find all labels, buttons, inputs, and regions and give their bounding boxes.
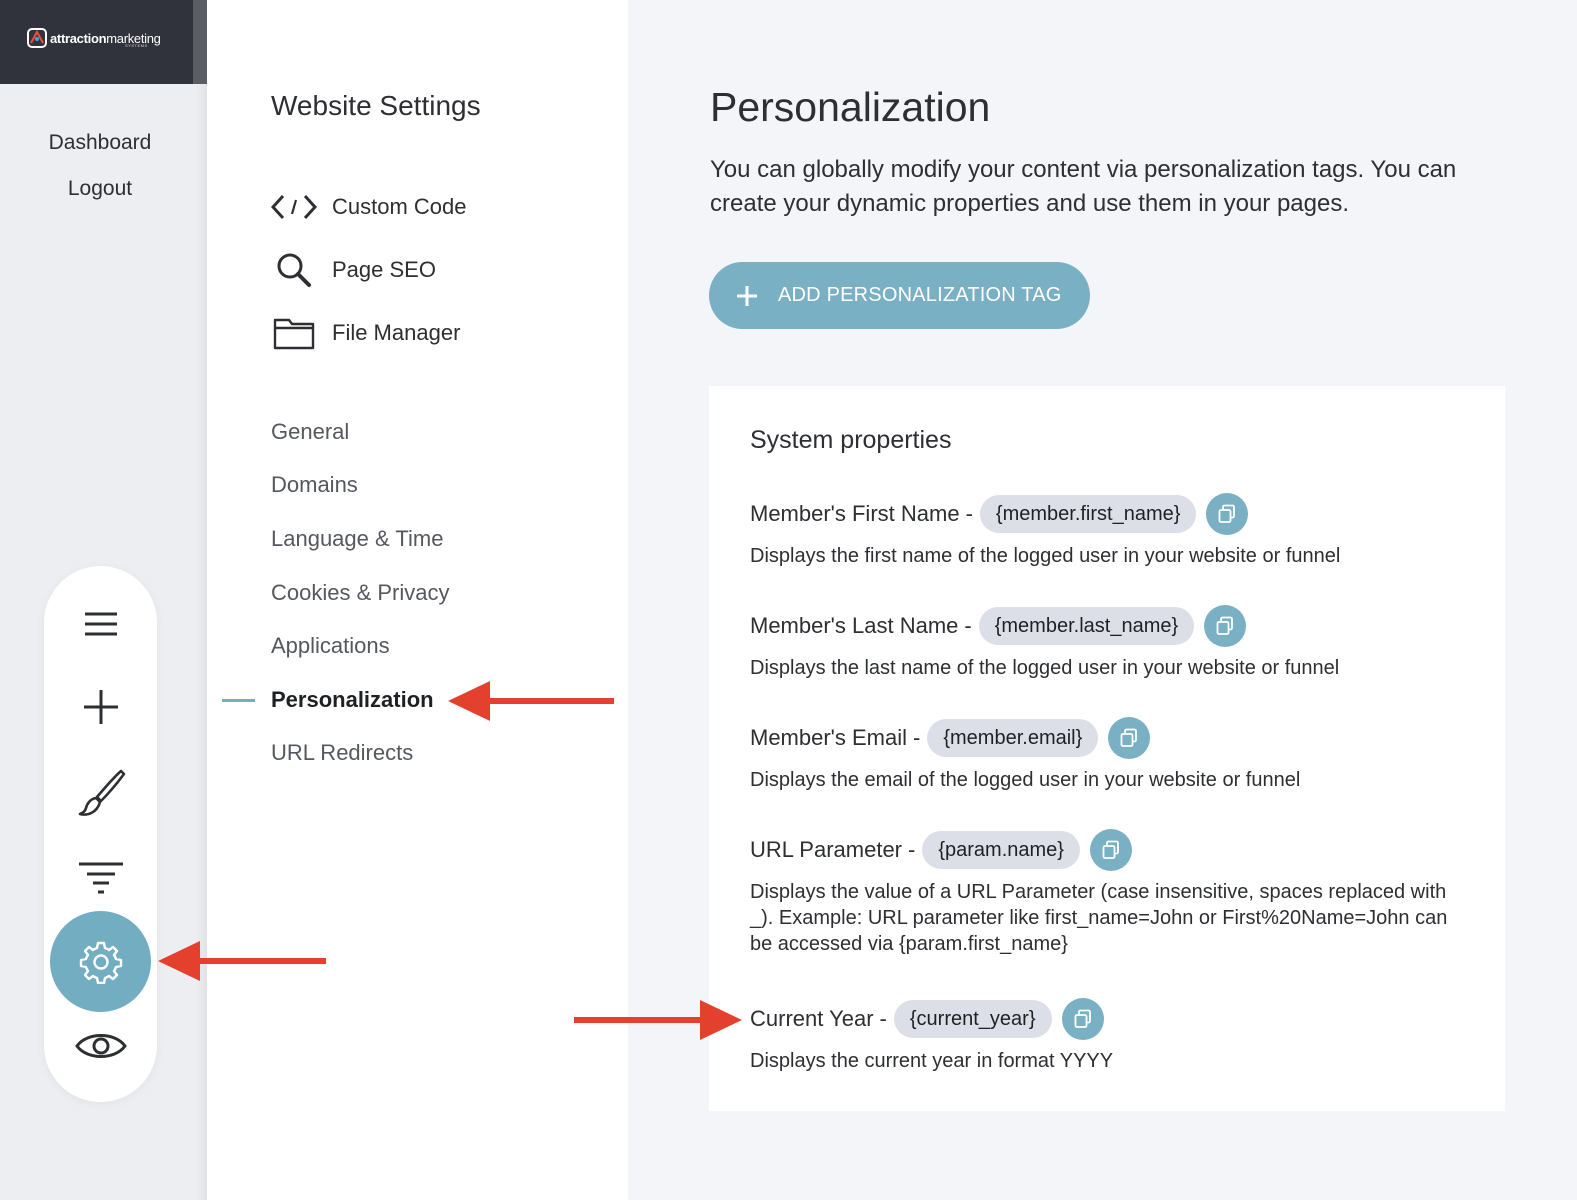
settings-button[interactable] bbox=[50, 911, 151, 1012]
design-button[interactable] bbox=[44, 762, 157, 822]
nav-page-seo-label: Page SEO bbox=[332, 257, 436, 282]
copy-button[interactable] bbox=[1089, 829, 1132, 871]
property-name: URL Parameter bbox=[750, 837, 903, 862]
property-first-name: Member's First Name - {member.first_name}… bbox=[750, 493, 1470, 569]
settings-nav: Website Settings Custom Code Page SEO Fi… bbox=[207, 0, 628, 1200]
page-title: Personalization bbox=[710, 84, 991, 130]
dashboard-link[interactable]: Dashboard bbox=[0, 131, 200, 155]
property-name: Current Year bbox=[750, 1006, 874, 1031]
brush-icon bbox=[78, 769, 125, 816]
property-tag[interactable]: {param.name} bbox=[922, 831, 1080, 869]
property-current-year: Current Year - {current_year} Displays th… bbox=[750, 998, 1470, 1074]
nav-file-manager-label: File Manager bbox=[332, 320, 461, 345]
property-name: Member's Last Name bbox=[750, 613, 959, 638]
property-name: Member's First Name bbox=[750, 501, 960, 526]
tool-palette bbox=[44, 566, 157, 1102]
property-tag[interactable]: {current_year} bbox=[893, 1000, 1052, 1038]
property-tag[interactable]: {member.last_name} bbox=[978, 607, 1195, 645]
plus-icon bbox=[83, 690, 118, 724]
copy-icon bbox=[1219, 504, 1236, 523]
nav-personalization[interactable]: Personalization bbox=[271, 687, 434, 713]
nav-custom-code-label: Custom Code bbox=[332, 194, 467, 219]
property-url-parameter: URL Parameter - {param.name} Displays the… bbox=[750, 829, 1470, 957]
filter-icon bbox=[78, 862, 123, 894]
nav-page-seo[interactable]: Page SEO bbox=[271, 250, 436, 290]
copy-button[interactable] bbox=[1206, 493, 1249, 535]
annotation-arrow-settings bbox=[158, 941, 326, 981]
plus-icon bbox=[737, 285, 757, 306]
nav-domains[interactable]: Domains bbox=[271, 472, 358, 498]
page-description: You can globally modify your content via… bbox=[710, 156, 1457, 217]
copy-icon bbox=[1102, 840, 1119, 859]
property-last-name: Member's Last Name - {member.last_name} D… bbox=[750, 605, 1470, 681]
property-tag[interactable]: {member.first_name} bbox=[979, 495, 1197, 533]
property-description: Displays the last name of the logged use… bbox=[750, 657, 1340, 679]
annotation-arrow-personalization bbox=[448, 681, 614, 721]
menu-icon bbox=[84, 612, 117, 636]
add-button-label: ADD PERSONALIZATION TAG bbox=[778, 284, 1062, 306]
nav-custom-code[interactable]: Custom Code bbox=[271, 187, 467, 227]
search-icon bbox=[269, 250, 319, 290]
logout-link[interactable]: Logout bbox=[0, 177, 200, 201]
nav-language-time[interactable]: Language & Time bbox=[271, 526, 443, 552]
folder-icon bbox=[269, 313, 319, 353]
eye-icon bbox=[74, 1034, 127, 1058]
active-indicator bbox=[222, 699, 255, 702]
annotation-arrow-current-year bbox=[574, 1000, 742, 1040]
nav-url-redirects[interactable]: URL Redirects bbox=[271, 740, 413, 766]
preview-button[interactable] bbox=[44, 1016, 157, 1076]
nav-cookies-privacy[interactable]: Cookies & Privacy bbox=[271, 580, 450, 606]
nav-general[interactable]: General bbox=[271, 419, 349, 445]
copy-button[interactable] bbox=[1061, 998, 1104, 1040]
property-name: Member's Email bbox=[750, 725, 908, 750]
property-description: Displays the email of the logged user in… bbox=[750, 769, 1301, 791]
menu-button[interactable] bbox=[44, 594, 157, 654]
filter-button[interactable] bbox=[44, 848, 157, 908]
copy-icon bbox=[1120, 728, 1138, 747]
settings-nav-title: Website Settings bbox=[271, 90, 481, 121]
add-element-button[interactable] bbox=[44, 677, 157, 737]
logo-subtext: SYSTEMS bbox=[125, 43, 148, 48]
add-personalization-tag-button[interactable]: ADD PERSONALIZATION TAG bbox=[709, 262, 1090, 329]
logo-bar-edge bbox=[193, 0, 207, 84]
property-description: Displays the value of a URL Parameter (c… bbox=[750, 881, 1448, 955]
nav-applications[interactable]: Applications bbox=[271, 633, 390, 659]
copy-icon bbox=[1074, 1009, 1091, 1028]
copy-icon bbox=[1216, 616, 1234, 635]
card-title: System properties bbox=[750, 426, 952, 454]
gear-icon bbox=[79, 941, 122, 984]
nav-file-manager[interactable]: File Manager bbox=[271, 313, 460, 353]
property-description: Displays the first name of the logged us… bbox=[750, 545, 1341, 567]
copy-button[interactable] bbox=[1108, 717, 1151, 759]
logo-mark-icon bbox=[27, 28, 47, 48]
code-icon bbox=[269, 187, 319, 227]
system-properties-card: System properties Member's First Name - {… bbox=[709, 386, 1505, 1111]
property-description: Displays the current year in format YYYY bbox=[750, 1050, 1114, 1072]
property-tag[interactable]: {member.email} bbox=[927, 719, 1099, 757]
copy-button[interactable] bbox=[1204, 605, 1247, 647]
property-email: Member's Email - {member.email} Displays … bbox=[750, 717, 1470, 793]
